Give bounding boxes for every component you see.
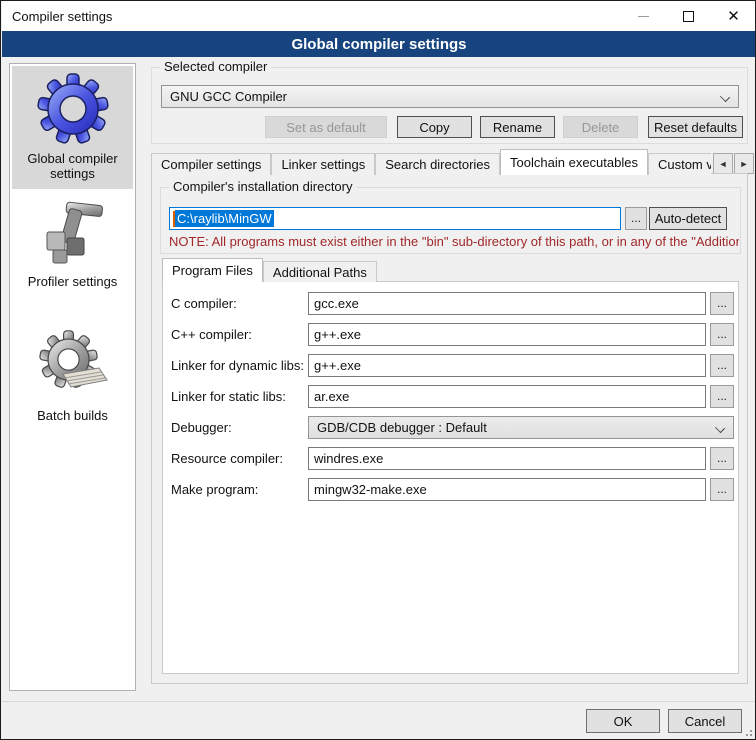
footer-divider — [2, 701, 756, 702]
tab-linker-settings[interactable]: Linker settings — [271, 153, 375, 175]
page-title: Global compiler settings — [2, 31, 756, 57]
chevron-down-icon — [720, 92, 730, 102]
chevron-down-icon — [715, 423, 725, 433]
sidebar-item-global-compiler-settings[interactable]: Global compiler settings — [12, 66, 133, 189]
caliper-icon — [37, 196, 109, 268]
dynamic-linker-label: Linker for dynamic libs: — [171, 354, 304, 377]
installation-directory-group: Compiler's installation directory C:\ray… — [160, 187, 741, 254]
c-compiler-browse-button[interactable]: ... — [710, 292, 734, 315]
bin-subdirectory-note: NOTE: All programs must exist either in … — [169, 234, 739, 249]
make-program-label: Make program: — [171, 478, 258, 501]
tab-scroll-right-button[interactable]: ► — [734, 153, 754, 174]
make-program-input[interactable]: mingw32-make.exe — [308, 478, 706, 501]
installation-directory-value: C:\raylib\MinGW — [175, 210, 274, 227]
resource-compiler-browse-button[interactable]: ... — [710, 447, 734, 470]
tab-custom-variables[interactable]: Custom variables — [648, 153, 711, 175]
debugger-select[interactable]: GDB/CDB debugger : Default — [308, 416, 734, 439]
tab-additional-paths[interactable]: Additional Paths — [263, 261, 377, 282]
installation-directory-legend: Compiler's installation directory — [169, 179, 357, 194]
program-files-panel: C compiler: gcc.exe ... C++ compiler: g+… — [162, 281, 739, 674]
installation-directory-input[interactable]: C:\raylib\MinGW — [169, 207, 621, 230]
minimize-button[interactable] — [621, 2, 666, 31]
compiler-select-value: GNU GCC Compiler — [170, 89, 287, 104]
static-linker-label: Linker for static libs: — [171, 385, 286, 408]
cpp-compiler-browse-button[interactable]: ... — [710, 323, 734, 346]
c-compiler-label: C compiler: — [171, 292, 237, 315]
title-bar: Compiler settings ✕ — [2, 1, 756, 31]
debugger-select-value: GDB/CDB debugger : Default — [317, 420, 487, 435]
resource-compiler-label: Resource compiler: — [171, 447, 283, 470]
dynamic-linker-browse-button[interactable]: ... — [710, 354, 734, 377]
tab-toolchain-executables[interactable]: Toolchain executables — [500, 149, 648, 175]
settings-category-list: Global compiler settings Profiler settin… — [9, 63, 136, 691]
cpp-compiler-input[interactable]: g++.exe — [308, 323, 706, 346]
gear-stack-icon — [37, 330, 109, 402]
toolchain-executables-page: Compiler's installation directory C:\ray… — [151, 173, 748, 684]
reset-defaults-button[interactable]: Reset defaults — [648, 116, 743, 138]
make-program-browse-button[interactable]: ... — [710, 478, 734, 501]
rename-button[interactable]: Rename — [480, 116, 555, 138]
c-compiler-input[interactable]: gcc.exe — [308, 292, 706, 315]
static-linker-browse-button[interactable]: ... — [710, 385, 734, 408]
debugger-label: Debugger: — [171, 416, 232, 439]
auto-detect-button[interactable]: Auto-detect — [649, 207, 727, 230]
tab-program-files[interactable]: Program Files — [162, 258, 263, 282]
gear-blue-icon — [37, 73, 109, 145]
maximize-button[interactable] — [666, 2, 711, 31]
maximize-icon — [683, 11, 694, 22]
close-icon: ✕ — [727, 7, 740, 25]
sidebar-item-label: Batch builds — [37, 408, 108, 423]
set-as-default-button[interactable]: Set as default — [265, 116, 387, 138]
program-files-tabs: Program Files Additional Paths — [162, 258, 377, 282]
compiler-select[interactable]: GNU GCC Compiler — [161, 85, 739, 108]
tab-compiler-settings[interactable]: Compiler settings — [151, 153, 271, 175]
sidebar-item-label: Global compiler settings — [27, 151, 117, 181]
selected-compiler-legend: Selected compiler — [160, 59, 271, 74]
installation-directory-browse-button[interactable]: ... — [625, 207, 647, 230]
resource-compiler-input[interactable]: windres.exe — [308, 447, 706, 470]
cpp-compiler-label: C++ compiler: — [171, 323, 252, 346]
cancel-button[interactable]: Cancel — [668, 709, 742, 733]
dynamic-linker-input[interactable]: g++.exe — [308, 354, 706, 377]
close-button[interactable]: ✕ — [711, 2, 756, 31]
compiler-tabs: Compiler settings Linker settings Search… — [151, 149, 711, 175]
ok-button[interactable]: OK — [586, 709, 660, 733]
copy-button[interactable]: Copy — [397, 116, 472, 138]
static-linker-input[interactable]: ar.exe — [308, 385, 706, 408]
sidebar-item-label: Profiler settings — [28, 274, 118, 289]
tab-search-directories[interactable]: Search directories — [375, 153, 500, 175]
selected-compiler-group: Selected compiler GNU GCC Compiler Set a… — [151, 67, 748, 144]
sidebar-item-batch-builds[interactable]: Batch builds — [12, 323, 133, 431]
tab-scroll-left-button[interactable]: ◄ — [713, 153, 733, 174]
compiler-settings-dialog: Compiler settings ✕ Global compiler sett… — [0, 0, 756, 740]
window-title: Compiler settings — [2, 9, 621, 24]
minimize-icon — [638, 16, 649, 17]
resize-grip[interactable] — [742, 726, 752, 736]
delete-button[interactable]: Delete — [563, 116, 638, 138]
sidebar-item-profiler-settings[interactable]: Profiler settings — [12, 189, 133, 297]
